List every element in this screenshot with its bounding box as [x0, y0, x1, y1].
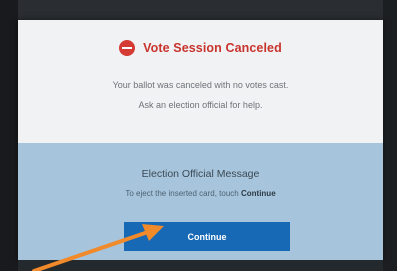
cancel-icon — [119, 40, 136, 56]
device-bezel-right — [383, 0, 397, 271]
panel-title: Election Official Message — [141, 168, 260, 180]
dialog-title: Vote Session Canceled — [143, 41, 282, 55]
election-official-panel: Election Official Message To eject the i… — [18, 143, 383, 260]
device-bezel-left — [0, 0, 18, 271]
dialog-header: Vote Session Canceled — [18, 40, 383, 56]
dialog-message-line1: Your ballot was canceled with no votes c… — [112, 80, 289, 90]
device-bezel-bottom — [18, 260, 383, 271]
continue-button[interactable]: Continue — [124, 222, 290, 251]
instruction-emphasis: Continue — [240, 189, 276, 198]
instruction-text: To eject the inserted card, touch — [125, 189, 239, 198]
kiosk-screen: Vote Session Canceled Your ballot was ca… — [0, 0, 397, 271]
device-bezel-top — [0, 0, 397, 20]
dialog-message-line2: Ask an election official for help. — [138, 100, 263, 110]
panel-instruction: To eject the inserted card, touch Contin… — [18, 189, 383, 198]
vote-canceled-dialog: Vote Session Canceled Your ballot was ca… — [18, 20, 383, 260]
